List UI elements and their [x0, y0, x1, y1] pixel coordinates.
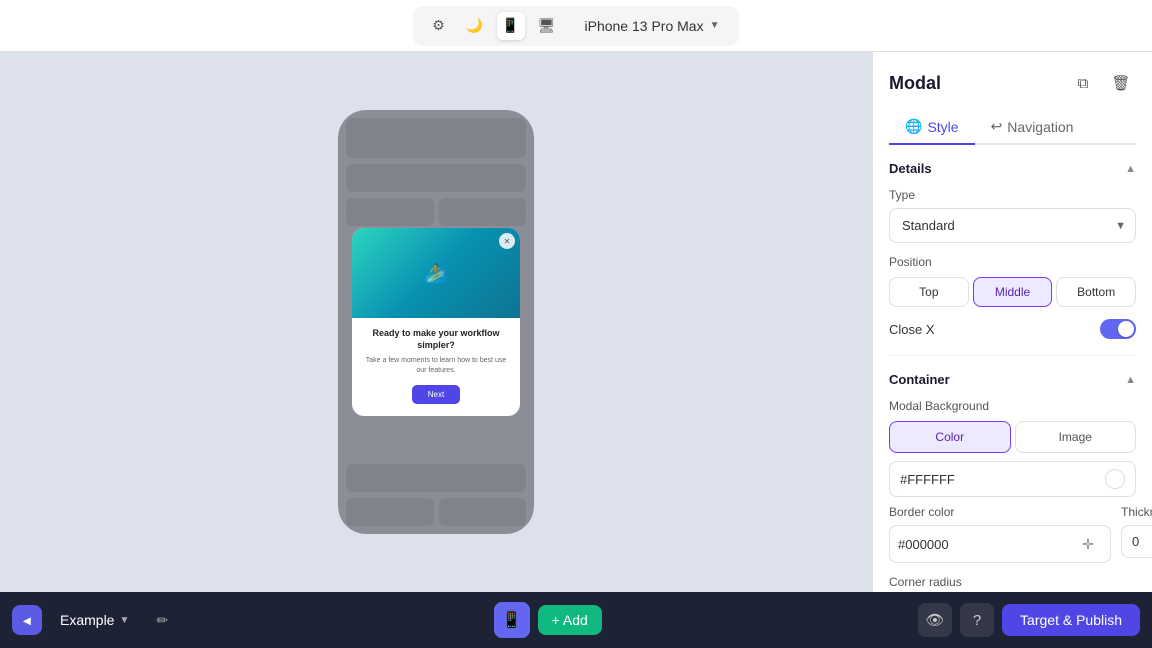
modal-image: 🏄 ✕: [352, 228, 520, 318]
position-bottom-button[interactable]: Bottom: [1056, 277, 1136, 307]
border-color-input-row: ✛: [889, 525, 1111, 563]
panel-title: Modal: [889, 73, 941, 94]
surfer-icon: 🏄: [425, 263, 447, 284]
project-chevron-icon: ▼: [119, 615, 129, 626]
bg-color-button[interactable]: Color: [889, 421, 1011, 453]
project-name: Example: [60, 612, 114, 628]
device-label: iPhone 13 Pro Max: [585, 18, 704, 34]
help-button[interactable]: ?: [960, 603, 994, 637]
tab-style-label: Style: [927, 119, 958, 135]
modal-body: Ready to make your workflow simpler? Tak…: [352, 318, 520, 416]
bg-color-input-row[interactable]: [889, 461, 1136, 497]
position-middle-button[interactable]: Middle: [973, 277, 1053, 307]
close-x-row: Close X: [889, 319, 1136, 339]
panel-content: Details ▲ Type Standard ▼ Position Top: [873, 145, 1152, 592]
container-chevron-icon[interactable]: ▲: [1125, 374, 1136, 386]
mobile-icon[interactable]: 📱: [497, 12, 525, 40]
close-x-toggle[interactable]: [1100, 319, 1136, 339]
details-chevron-icon[interactable]: ▲: [1125, 163, 1136, 175]
duplicate-icon[interactable]: ⧉: [1068, 68, 1098, 98]
delete-icon[interactable]: 🗑: [1106, 68, 1136, 98]
border-thickness-row: Border color ✛ Thickness: [889, 505, 1136, 563]
tab-navigation[interactable]: ↩ Navigation: [975, 110, 1090, 145]
chevron-down-icon: ▼: [710, 20, 720, 31]
right-panel: Modal ⧉ 🗑 🌐 Style ↩ Navigation Details: [872, 52, 1152, 592]
position-top-button[interactable]: Top: [889, 277, 969, 307]
bg-color-input[interactable]: [900, 472, 1097, 487]
project-selector[interactable]: Example ▼: [52, 607, 137, 633]
edit-button[interactable]: ✏: [147, 605, 177, 635]
settings-icon[interactable]: ⚙: [425, 12, 453, 40]
position-label: Position: [889, 255, 1136, 269]
modal-card: 🏄 ✕ Ready to make your workflow simpler?…: [352, 228, 520, 416]
details-section: Details ▲ Type Standard ▼ Position Top: [889, 161, 1136, 339]
bottom-center: 📱 + Add: [494, 602, 602, 638]
desktop-icon[interactable]: 🖥: [533, 12, 561, 40]
canvas-area: 🏄 ✕ Ready to make your workflow simpler?…: [0, 52, 872, 592]
container-section: Container ▲ Modal Background Color Image: [889, 372, 1136, 592]
moon-icon[interactable]: 🌙: [461, 12, 489, 40]
app-logo: ◂: [12, 605, 42, 635]
bg-image-button[interactable]: Image: [1015, 421, 1137, 453]
details-section-header: Details ▲: [889, 161, 1136, 176]
toggle-thumb: [1118, 321, 1134, 337]
container-section-title: Container: [889, 372, 950, 387]
navigation-icon: ↩: [991, 118, 1003, 135]
type-label: Type: [889, 188, 1136, 202]
corner-radius-field: Corner radius: [889, 575, 1136, 592]
bg-selector: Color Image: [889, 421, 1136, 453]
top-bar: ⚙ 🌙 📱 🖥 iPhone 13 Pro Max ▼: [0, 0, 1152, 52]
modal-description: Take a few moments to learn how to best …: [362, 356, 510, 376]
thickness-field: Thickness: [1121, 505, 1152, 563]
phone-frame: 🏄 ✕ Ready to make your workflow simpler?…: [338, 110, 534, 534]
type-dropdown[interactable]: Standard: [889, 208, 1136, 243]
section-divider-1: [889, 355, 1136, 356]
bottom-right: 👁 ? Target & Publish: [918, 603, 1140, 637]
globe-icon: 🌐: [905, 118, 922, 135]
publish-button[interactable]: Target & Publish: [1002, 604, 1140, 636]
details-section-title: Details: [889, 161, 932, 176]
modal-next-button[interactable]: Next: [412, 385, 460, 404]
mobile-view-button[interactable]: 📱: [494, 602, 530, 638]
panel-header-icons: ⧉ 🗑: [1068, 68, 1136, 98]
panel-tabs: 🌐 Style ↩ Navigation: [889, 110, 1136, 145]
modal-bg-label: Modal Background: [889, 399, 1136, 413]
modal-overlay: 🏄 ✕ Ready to make your workflow simpler?…: [338, 110, 534, 534]
container-section-header: Container ▲: [889, 372, 1136, 387]
logo-icon: ◂: [23, 612, 30, 629]
modal-close-button[interactable]: ✕: [499, 233, 515, 249]
border-color-label: Border color: [889, 505, 1111, 519]
bg-color-circle[interactable]: [1105, 469, 1125, 489]
tab-style[interactable]: 🌐 Style: [889, 110, 975, 145]
bottom-bar: ◂ Example ▼ ✏ 📱 + Add 👁 ? Target & Publi…: [0, 592, 1152, 648]
border-color-field: Border color ✛: [889, 505, 1111, 563]
thickness-label: Thickness: [1121, 505, 1152, 519]
position-group: Top Middle Bottom: [889, 277, 1136, 307]
corner-radius-label: Corner radius: [889, 575, 1136, 589]
border-color-input[interactable]: [898, 537, 1074, 552]
device-controls: ⚙ 🌙 📱 🖥 iPhone 13 Pro Max ▼: [413, 6, 740, 46]
main-layout: 🏄 ✕ Ready to make your workflow simpler?…: [0, 52, 1152, 592]
tab-navigation-label: Navigation: [1007, 119, 1073, 135]
thickness-input[interactable]: [1121, 525, 1152, 558]
modal-title: Ready to make your workflow simpler?: [362, 328, 510, 351]
panel-header: Modal ⧉ 🗑: [873, 52, 1152, 98]
add-label: + Add: [552, 612, 588, 628]
crosshair-icon[interactable]: ✛: [1074, 530, 1102, 558]
add-button[interactable]: + Add: [538, 605, 602, 635]
preview-button[interactable]: 👁: [918, 603, 952, 637]
position-field: Position Top Middle Bottom: [889, 255, 1136, 307]
close-x-label: Close X: [889, 322, 935, 337]
device-selector[interactable]: iPhone 13 Pro Max ▼: [577, 14, 728, 38]
type-dropdown-wrapper: Standard ▼: [889, 208, 1136, 243]
